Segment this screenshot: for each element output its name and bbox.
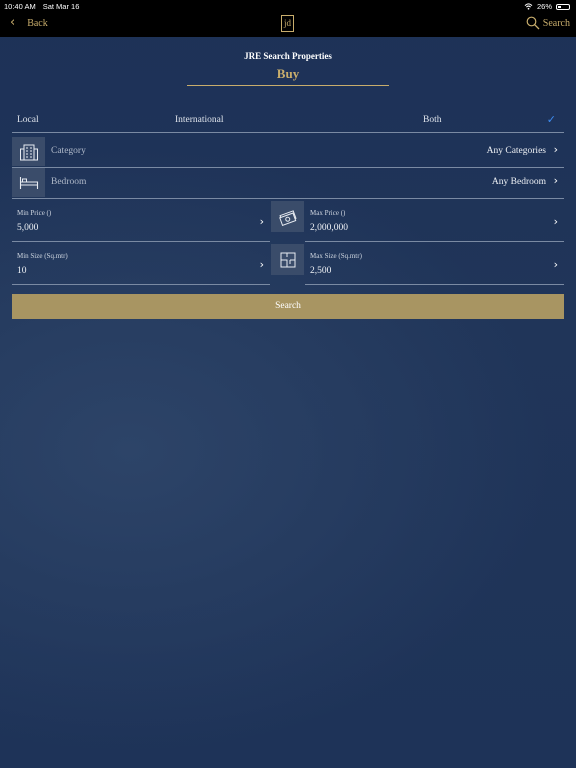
min-size-field[interactable]: Min Size (Sq.mtr) 10 › bbox=[12, 244, 270, 285]
category-label: Category bbox=[51, 146, 86, 156]
chevron-right-icon: › bbox=[259, 215, 264, 228]
location-selector: Local International Both ✓ bbox=[12, 108, 564, 133]
search-button[interactable]: Search bbox=[12, 294, 564, 319]
min-price-field[interactable]: Min Price () 5,000 › bbox=[12, 201, 270, 242]
page-title: JRE Search Properties bbox=[244, 51, 332, 61]
bedroom-row[interactable]: Bedroom Any Bedroom › bbox=[12, 168, 564, 199]
nav-bar: ‹ Back jd Search bbox=[0, 12, 576, 37]
chevron-right-icon: › bbox=[259, 258, 264, 271]
bed-icon bbox=[12, 168, 45, 197]
max-size-label: Max Size (Sq.mtr) bbox=[310, 252, 362, 260]
nav-search-label: Search bbox=[542, 17, 570, 29]
chevron-right-icon: › bbox=[553, 258, 558, 271]
bedroom-value: Any Bedroom bbox=[491, 177, 546, 187]
mode-selector[interactable]: Buy bbox=[187, 66, 389, 86]
min-size-value: 10 bbox=[17, 266, 27, 276]
battery-percent: 26% bbox=[536, 2, 552, 11]
chevron-left-icon: ‹ bbox=[10, 15, 16, 30]
building-icon bbox=[12, 137, 45, 166]
chevron-right-icon: › bbox=[553, 143, 558, 156]
max-price-label: Max Price () bbox=[310, 209, 346, 217]
status-bar: 10:40 AM Sat Mar 16 26% bbox=[0, 0, 576, 12]
chevron-right-icon: › bbox=[553, 174, 558, 187]
money-icon bbox=[271, 201, 304, 232]
app-logo: jd bbox=[281, 15, 294, 32]
max-size-field[interactable]: Max Size (Sq.mtr) 2,500 › bbox=[305, 244, 564, 285]
category-row[interactable]: Category Any Categories › bbox=[12, 137, 564, 168]
max-price-field[interactable]: Max Price () 2,000,000 › bbox=[305, 201, 564, 242]
status-time: 10:40 AM bbox=[4, 2, 36, 11]
floorplan-icon bbox=[271, 244, 304, 275]
min-price-value: 5,000 bbox=[17, 223, 39, 233]
back-label: Back bbox=[27, 17, 48, 29]
chevron-right-icon: › bbox=[553, 215, 558, 228]
checkmark-icon: ✓ bbox=[546, 113, 556, 126]
battery-icon bbox=[556, 3, 570, 10]
max-price-value: 2,000,000 bbox=[310, 223, 348, 233]
status-date: Sat Mar 16 bbox=[42, 2, 80, 11]
max-size-value: 2,500 bbox=[310, 266, 332, 276]
battery-level bbox=[558, 5, 561, 8]
category-value: Any Categories bbox=[486, 146, 546, 156]
wifi-icon bbox=[524, 3, 533, 10]
min-price-label: Min Price () bbox=[17, 209, 52, 217]
location-option-international[interactable]: International bbox=[175, 115, 224, 125]
bedroom-label: Bedroom bbox=[51, 177, 87, 187]
location-option-local[interactable]: Local bbox=[17, 115, 39, 125]
back-button[interactable]: ‹ Back bbox=[10, 15, 48, 30]
location-option-both[interactable]: Both bbox=[423, 115, 441, 125]
nav-search-button[interactable]: Search bbox=[526, 16, 570, 30]
search-icon bbox=[526, 16, 540, 30]
min-size-label: Min Size (Sq.mtr) bbox=[17, 252, 68, 260]
